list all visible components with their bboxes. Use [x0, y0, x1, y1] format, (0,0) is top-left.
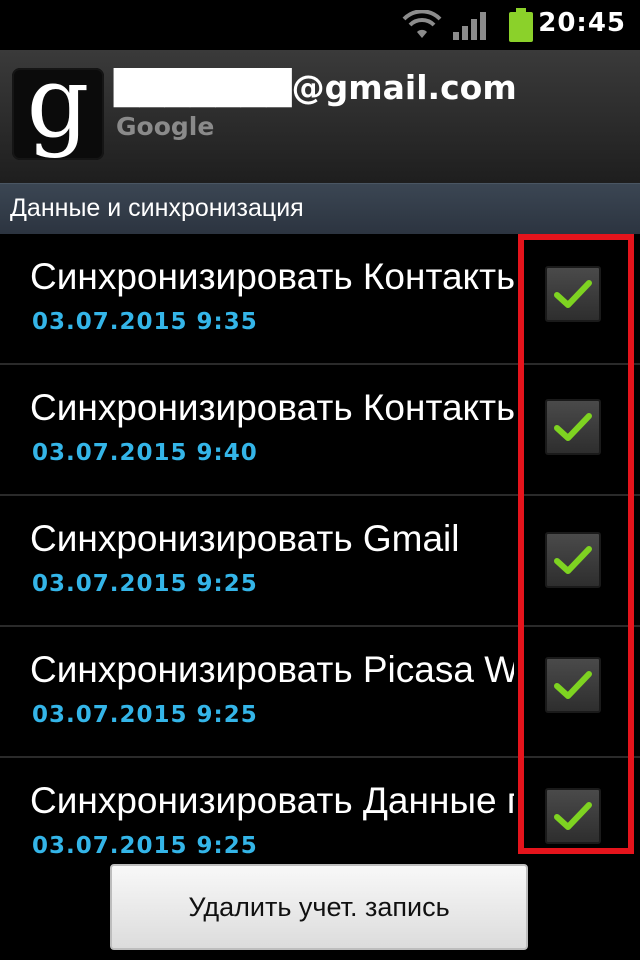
sync-item-contacts-1[interactable]: Синхронизировать Контакты 03.07.2015 9:3…: [0, 234, 640, 365]
sync-item-data[interactable]: Синхронизировать Данные п 03.07.2015 9:2…: [0, 758, 640, 858]
wifi-icon: [402, 10, 442, 38]
sync-item-date: 03.07.2015 9:40: [32, 440, 258, 466]
delete-account-button[interactable]: Удалить учет. запись: [110, 864, 528, 950]
signal-icon: [453, 12, 486, 40]
bottom-bar: Удалить учет. запись: [0, 858, 640, 960]
account-header: g ███████@gmail.com Google: [0, 50, 640, 183]
checkmark-icon: [554, 413, 592, 441]
sync-item-title: Синхронизировать Контакты: [30, 387, 514, 428]
sync-item-date: 03.07.2015 9:25: [32, 571, 258, 597]
sync-item-date: 03.07.2015 9:35: [32, 309, 258, 335]
sync-checkbox[interactable]: [545, 532, 601, 588]
status-bar: 20:45: [0, 0, 640, 50]
checkmark-icon: [554, 280, 592, 308]
sync-item-contacts-2[interactable]: Синхронизировать Контакты 03.07.2015 9:4…: [0, 365, 640, 496]
sync-list: Синхронизировать Контакты 03.07.2015 9:3…: [0, 234, 640, 858]
checkmark-icon: [554, 671, 592, 699]
account-type: Google: [116, 112, 215, 141]
sync-item-title: Синхронизировать Контакты: [30, 256, 514, 297]
google-g-icon: g: [12, 54, 104, 160]
sync-item-date: 03.07.2015 9:25: [32, 833, 258, 858]
checkmark-icon: [554, 802, 592, 830]
sync-checkbox[interactable]: [545, 399, 601, 455]
sync-item-gmail[interactable]: Синхронизировать Gmail 03.07.2015 9:25: [0, 496, 640, 627]
section-header: Данные и синхронизация: [0, 183, 640, 234]
account-email: ███████@gmail.com: [114, 68, 517, 107]
checkmark-icon: [554, 546, 592, 574]
delete-account-label: Удалить учет. запись: [188, 892, 450, 922]
sync-item-title: Синхронизировать Picasa Web: [30, 649, 514, 690]
sync-item-title: Синхронизировать Gmail: [30, 518, 460, 559]
battery-icon: [509, 8, 533, 42]
sync-checkbox[interactable]: [545, 266, 601, 322]
sync-item-picasa[interactable]: Синхронизировать Picasa Web 03.07.2015 9…: [0, 627, 640, 758]
sync-checkbox[interactable]: [545, 657, 601, 713]
sync-item-date: 03.07.2015 9:25: [32, 702, 258, 728]
sync-checkbox[interactable]: [545, 788, 601, 844]
sync-item-title: Синхронизировать Данные п: [30, 780, 514, 821]
section-title: Данные и синхронизация: [10, 194, 304, 222]
status-clock: 20:45: [538, 8, 626, 38]
